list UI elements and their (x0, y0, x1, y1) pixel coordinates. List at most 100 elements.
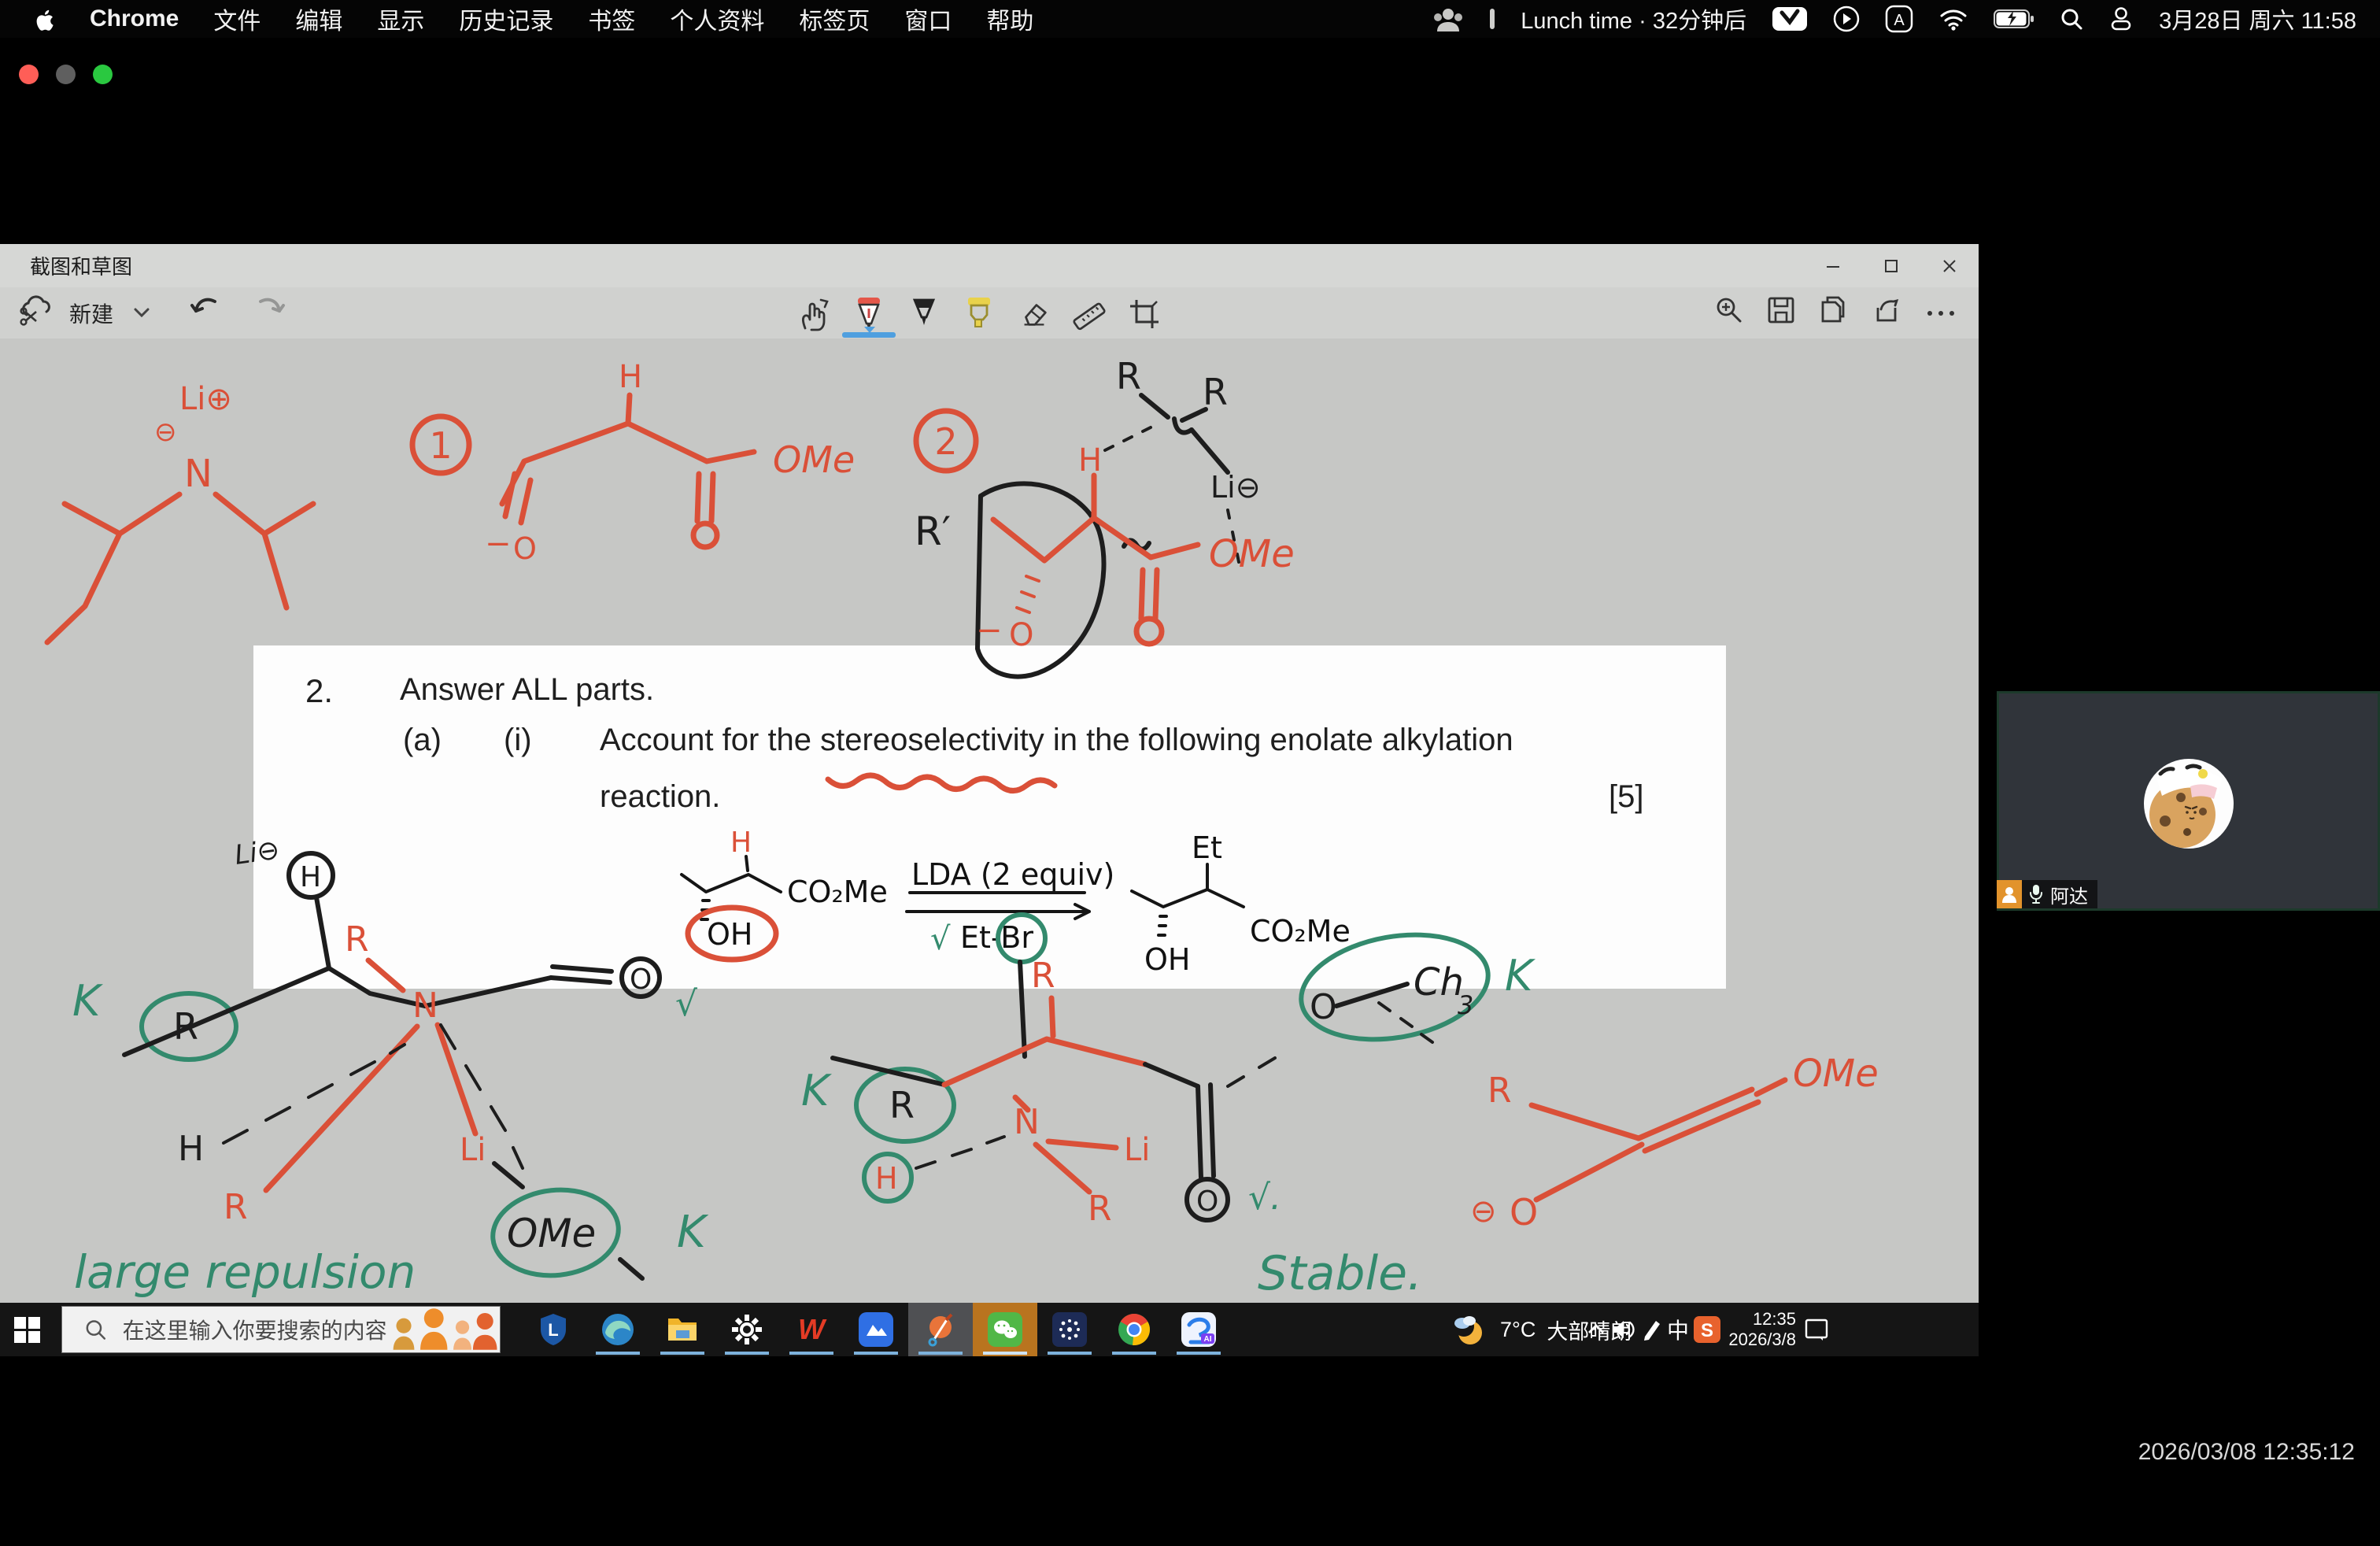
stable-note: Stable. (1258, 1246, 1422, 1301)
menu-window[interactable]: 窗口 (904, 2, 952, 36)
reaction-arrow (907, 904, 1089, 919)
green-k-mark: K (801, 1066, 832, 1115)
stroke (216, 494, 313, 608)
tray-date: 2026/3/8 (1728, 1330, 1796, 1350)
tray-volume-icon[interactable] (1610, 1303, 1637, 1356)
menu-view[interactable]: 显示 (377, 2, 424, 36)
dashed-stroke (1105, 427, 1151, 450)
zoom-traffic-button[interactable] (93, 65, 113, 84)
r-label: R (1088, 1189, 1112, 1229)
apple-icon-svg (35, 7, 55, 31)
people-banner-icon[interactable] (387, 1308, 500, 1351)
highlighter-tool[interactable] (962, 294, 996, 335)
tray-ime-indicator[interactable]: 中 (1667, 1303, 1689, 1356)
stroke (425, 978, 551, 1006)
new-snip-chevron-icon[interactable] (131, 301, 153, 326)
stroke (1145, 1064, 1198, 1086)
input-icon-svg: A (1885, 5, 1913, 33)
stroke (1048, 1141, 1116, 1148)
ink-layer[interactable]: Li⊕ ⊖ N 1 H − O OMe (0, 338, 1979, 1303)
menu-history[interactable]: 历史记录 (459, 2, 553, 36)
redo-button[interactable] (253, 294, 286, 332)
group-people-icon[interactable] (1432, 6, 1464, 31)
close-traffic-button[interactable] (19, 65, 39, 84)
running-indicator (725, 1352, 769, 1355)
pencil-tool[interactable] (907, 294, 941, 335)
zoom-tool-button[interactable] (1714, 295, 1744, 331)
touch-writing-tool[interactable] (796, 294, 831, 335)
weather-icon (1448, 1309, 1489, 1350)
taskbar-app-dots[interactable] (1037, 1303, 1102, 1356)
capture-app-icon[interactable] (1772, 6, 1808, 31)
participant-nameplate: 阿达 (2022, 880, 2097, 908)
taskbar-app-lenovo[interactable]: L (521, 1303, 586, 1356)
tray-pen-icon[interactable] (1642, 1303, 1664, 1356)
battery-icon[interactable] (1994, 8, 2034, 30)
undo-button[interactable] (189, 294, 222, 332)
li-minus-label: Li⊖ (233, 834, 282, 871)
running-indicator (1177, 1352, 1221, 1355)
taskbar-app-wps[interactable]: W (779, 1303, 844, 1356)
green-check: √ (675, 984, 698, 1024)
taskbar-app-wechat[interactable] (973, 1303, 1037, 1356)
wifi-icon[interactable] (1938, 7, 1968, 31)
eraser-tool[interactable] (1017, 294, 1051, 335)
number-1: 1 (429, 424, 452, 467)
green-check: √ (930, 921, 951, 957)
taskbar-app-chrome[interactable] (1102, 1303, 1166, 1356)
taskbar-app-edge[interactable] (586, 1303, 650, 1356)
crop-tool[interactable] (1127, 294, 1162, 335)
menu-edit[interactable]: 编辑 (295, 2, 342, 36)
taskbar-app-meeting[interactable] (844, 1303, 908, 1356)
apple-icon[interactable] (35, 7, 55, 31)
menu-bookmarks[interactable]: 书签 (588, 2, 635, 36)
tray-chevron[interactable] (1585, 1303, 1607, 1356)
ballpoint-pen-tool[interactable] (852, 294, 886, 335)
menu-file[interactable]: 文件 (213, 2, 261, 36)
play-icon[interactable] (1833, 6, 1860, 32)
menubar-clock[interactable]: 3月28日 周六 11:58 (2159, 2, 2356, 35)
menubar-app-name[interactable]: Chrome (90, 6, 179, 32)
menu-profiles[interactable]: 个人资料 (670, 2, 764, 36)
action-center-button[interactable] (1804, 1303, 1831, 1356)
new-snip-button[interactable]: 新建 (69, 298, 113, 329)
minimize-button[interactable] (1804, 244, 1862, 287)
bond (682, 875, 781, 892)
stroke (620, 1259, 642, 1278)
menu-tabs[interactable]: 标签页 (799, 2, 870, 36)
taskbar-app-settings[interactable] (715, 1303, 779, 1356)
taskbar-app-snip-active[interactable] (908, 1303, 973, 1356)
taskbar-search-input[interactable]: 在这里输入你要搜索的内容 (61, 1306, 501, 1353)
tray-sogou-icon[interactable]: S (1694, 1303, 1720, 1356)
input-source-icon[interactable]: A (1885, 5, 1913, 33)
more-options-button[interactable] (1924, 301, 1958, 326)
start-button[interactable] (14, 1317, 41, 1348)
maximize-button[interactable] (1862, 244, 1920, 287)
save-button[interactable] (1766, 295, 1796, 331)
copy-button[interactable] (1818, 294, 1848, 331)
participant-tile[interactable]: 阿达 (1997, 691, 2380, 911)
share-button[interactable] (1870, 295, 1901, 331)
focus-status-text[interactable]: Lunch time · 32分钟后 (1521, 2, 1746, 35)
ch-label: Ch (1414, 960, 1464, 1004)
play-icon-svg (1833, 6, 1860, 32)
ome-label: OMe (773, 438, 855, 481)
people-icon-svg (1432, 6, 1464, 31)
close-button[interactable] (1920, 244, 1979, 287)
search-icon[interactable] (2060, 7, 2083, 31)
taskbar-app-ai[interactable]: AI (1166, 1303, 1231, 1356)
wifi-icon-svg (1938, 7, 1968, 31)
r-label: R (1488, 1071, 1512, 1111)
new-snip-icon[interactable] (17, 294, 52, 331)
ink-ts-middle: K R R O √. O Ch 3 K (801, 921, 1536, 1301)
control-center-icon[interactable] (2108, 6, 2134, 31)
tray-clock[interactable]: 12:35 2026/3/8 (1728, 1303, 1796, 1356)
ome-label: OMe (1209, 532, 1295, 576)
large-repulsion-note: large repulsion (74, 1245, 416, 1299)
lda-label: LDA (2 equiv) (911, 857, 1114, 892)
snip-canvas[interactable]: 2. Answer ALL parts. (a) (i) Account for… (0, 338, 1979, 1303)
ruler-tool[interactable] (1072, 294, 1107, 335)
menu-help[interactable]: 帮助 (986, 2, 1033, 36)
taskbar-app-explorer[interactable] (650, 1303, 715, 1356)
minimize-traffic-button[interactable] (56, 65, 76, 84)
